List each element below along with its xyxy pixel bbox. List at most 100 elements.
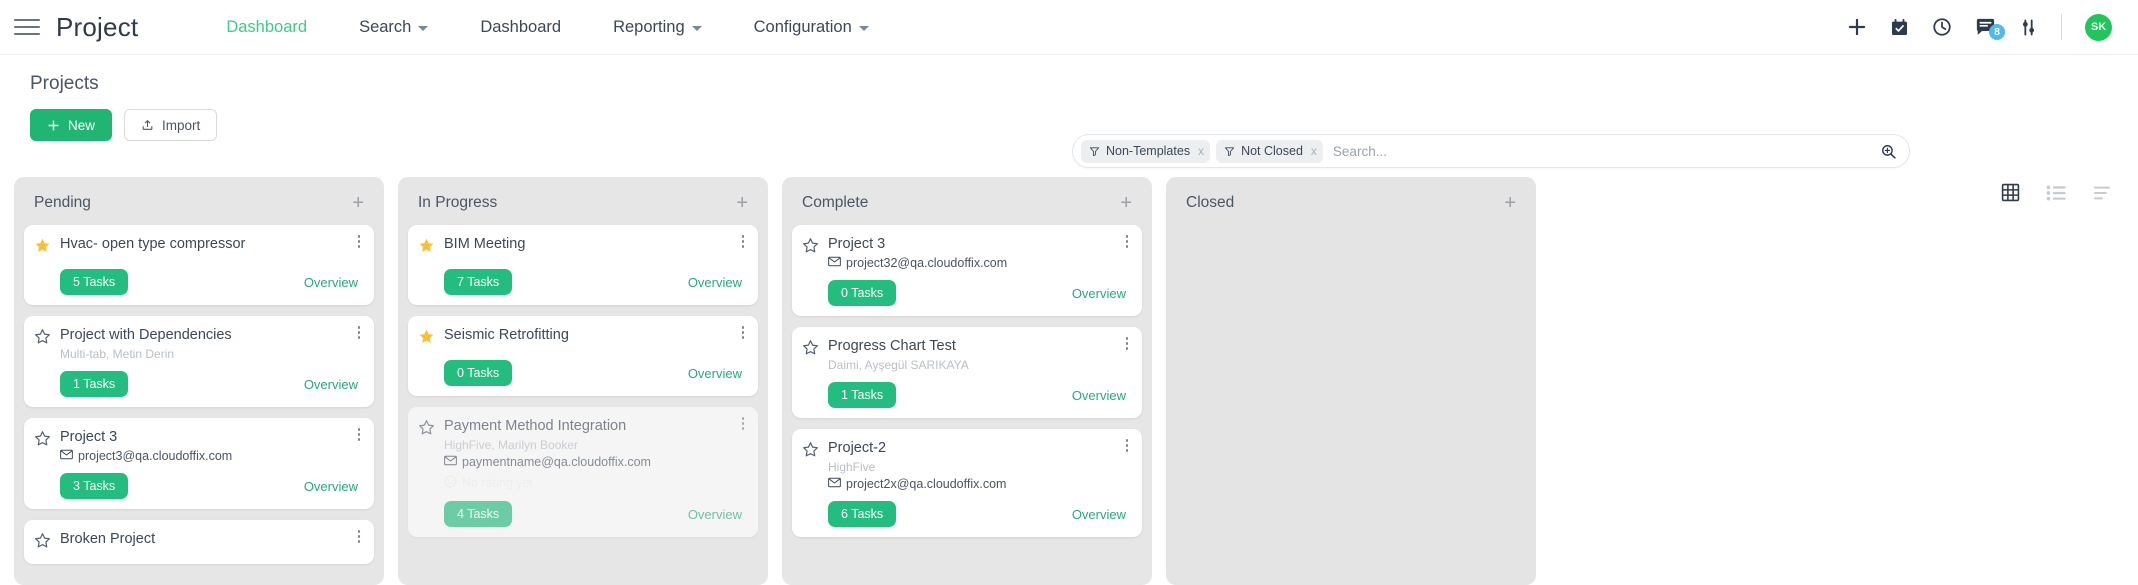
import-button[interactable]: Import (124, 109, 218, 141)
column-title: Complete (802, 194, 869, 211)
card-subtitle: Multi-tab, Metin Derin (60, 347, 175, 362)
star-outline-icon[interactable] (802, 237, 819, 259)
star-outline-icon[interactable] (34, 328, 51, 350)
tasks-count-badge[interactable]: 1 Tasks (60, 371, 129, 398)
card-menu-icon[interactable] (736, 233, 750, 250)
card-footer: 4 Tasks Overview (418, 501, 746, 528)
add-icon[interactable] (1847, 17, 1867, 37)
project-card[interactable]: BIM Meeting 7 Tasks Overview (408, 225, 758, 305)
card-email: paymentname@qa.cloudoffix.com (444, 455, 746, 469)
card-email-text: project3@qa.cloudoffix.com (78, 449, 233, 464)
overview-link[interactable]: Overview (304, 275, 362, 290)
card-email-text: project2x@qa.cloudoffix.com (846, 477, 1007, 492)
nav-item-dashboard-0[interactable]: Dashboard (200, 18, 333, 37)
column-add-icon[interactable]: + (732, 193, 752, 213)
hamburger-menu-icon[interactable] (14, 19, 40, 35)
card-email: project2x@qa.cloudoffix.com (828, 477, 1130, 491)
tasks-count-badge[interactable]: 0 Tasks (444, 360, 513, 386)
overview-link[interactable]: Overview (304, 377, 362, 392)
filter-chip-not-closed[interactable]: Not Closed x (1216, 139, 1323, 163)
card-menu-icon[interactable] (1120, 437, 1134, 454)
grid-view-icon[interactable] (2001, 183, 2020, 202)
search-input[interactable] (1328, 143, 1874, 159)
overview-link[interactable]: Overview (688, 507, 746, 522)
board-column-closed: Closed + (1166, 177, 1536, 585)
overview-link[interactable]: Overview (1072, 388, 1130, 403)
search-submit-button[interactable] (1874, 143, 1903, 160)
tasks-count-badge[interactable]: 6 Tasks (828, 501, 897, 528)
card-menu-icon[interactable] (352, 233, 366, 250)
filter-chip-remove-icon[interactable]: x (1309, 144, 1317, 158)
nav-item-configuration-4[interactable]: Configuration (728, 18, 895, 37)
user-avatar[interactable]: SK (2085, 13, 2112, 41)
project-card[interactable]: Project-2 HighFive project2x@qa.cloudoffix… (792, 429, 1142, 538)
column-add-icon[interactable]: + (1500, 193, 1520, 213)
page-title: Projects (30, 73, 99, 94)
messages-icon[interactable]: 8 (1975, 18, 2005, 40)
tasks-count-badge[interactable]: 5 Tasks (60, 269, 129, 295)
project-card[interactable]: Progress Chart Test Daimi, Ayşegül SARIKA… (792, 327, 1142, 419)
nav-item-reporting-3[interactable]: Reporting (587, 18, 728, 37)
column-title: Pending (34, 194, 91, 211)
tasks-count-badge[interactable]: 7 Tasks (444, 269, 513, 295)
card-rating-text: No rating yet (462, 476, 533, 491)
card-top: Project-2 HighFive project2x@qa.cloudoffix… (802, 439, 1130, 491)
overview-link[interactable]: Overview (1072, 507, 1130, 522)
board-column-complete: Complete + Project 3 project32@qa.cloudoffi… (782, 177, 1152, 585)
project-card[interactable]: Broken Project (24, 520, 374, 565)
tasks-count-badge[interactable]: 3 Tasks (60, 473, 129, 500)
nav-item-dashboard-2[interactable]: Dashboard (454, 18, 587, 37)
mail-icon (828, 477, 841, 491)
tasks-count-badge[interactable]: 0 Tasks (828, 280, 897, 307)
project-card[interactable]: Seismic Retrofitting 0 Tasks Overview (408, 316, 758, 396)
card-footer: 3 Tasks Overview (34, 473, 362, 500)
new-button[interactable]: New (30, 109, 113, 141)
project-card[interactable]: Hvac- open type compressor 5 Tasks Overvie… (24, 225, 374, 305)
card-menu-icon[interactable] (736, 324, 750, 341)
project-card[interactable]: Project 3 project32@qa.cloudoffix.com 0 Ta… (792, 225, 1142, 317)
filter-chip-non-templates[interactable]: Non-Templates x (1081, 139, 1211, 163)
filter-chip-label: Non-Templates (1106, 144, 1191, 158)
card-menu-icon[interactable] (352, 426, 366, 443)
star-outline-icon[interactable] (802, 339, 819, 361)
star-outline-icon[interactable] (802, 441, 819, 463)
column-add-icon[interactable]: + (348, 193, 368, 213)
project-card[interactable]: Payment Method Integration HighFive, Mari… (408, 407, 758, 538)
clock-icon[interactable] (1932, 17, 1952, 37)
overview-link[interactable]: Overview (1072, 286, 1130, 301)
search-zoom-icon (1882, 144, 1896, 159)
star-outline-icon[interactable] (418, 419, 435, 441)
overview-link[interactable]: Overview (688, 275, 746, 290)
calendar-check-icon[interactable] (1890, 18, 1909, 37)
column-add-icon[interactable]: + (1116, 193, 1136, 213)
main-nav-items: Dashboard Search Dashboard Reporting Configu… (200, 18, 894, 37)
settings-sliders-icon[interactable] (2019, 18, 2038, 37)
star-filled-icon[interactable] (418, 237, 435, 259)
filter-chip-remove-icon[interactable]: x (1196, 144, 1204, 158)
nav-item-search-1[interactable]: Search (333, 18, 454, 37)
star-filled-icon[interactable] (34, 237, 51, 259)
chevron-down-icon (858, 25, 869, 31)
app-brand-title: Project (56, 11, 139, 42)
star-outline-icon[interactable] (34, 532, 51, 554)
overview-link[interactable]: Overview (688, 366, 746, 381)
nav-divider (2061, 14, 2062, 40)
card-menu-icon[interactable] (1120, 233, 1134, 250)
tasks-count-badge[interactable]: 4 Tasks (444, 501, 513, 528)
card-top: Project 3 project32@qa.cloudoffix.com (802, 235, 1130, 270)
star-filled-icon[interactable] (418, 328, 435, 350)
card-menu-icon[interactable] (736, 415, 750, 432)
list-view-icon[interactable] (2046, 185, 2066, 201)
overview-link[interactable]: Overview (304, 479, 362, 494)
card-top: Progress Chart Test Daimi, Ayşegül SARIKA… (802, 337, 1130, 372)
project-card[interactable]: Project with Dependencies Multi-tab, Meti… (24, 316, 374, 408)
tasks-count-badge[interactable]: 1 Tasks (828, 382, 897, 409)
card-footer: 6 Tasks Overview (802, 501, 1130, 528)
project-card[interactable]: Project 3 project3@qa.cloudoffix.com 3 Tas… (24, 418, 374, 510)
star-outline-icon[interactable] (34, 430, 51, 452)
card-menu-icon[interactable] (352, 528, 366, 545)
card-menu-icon[interactable] (1120, 335, 1134, 352)
card-menu-icon[interactable] (352, 324, 366, 341)
lines-view-icon[interactable] (2092, 185, 2112, 201)
card-email: project3@qa.cloudoffix.com (60, 449, 362, 463)
